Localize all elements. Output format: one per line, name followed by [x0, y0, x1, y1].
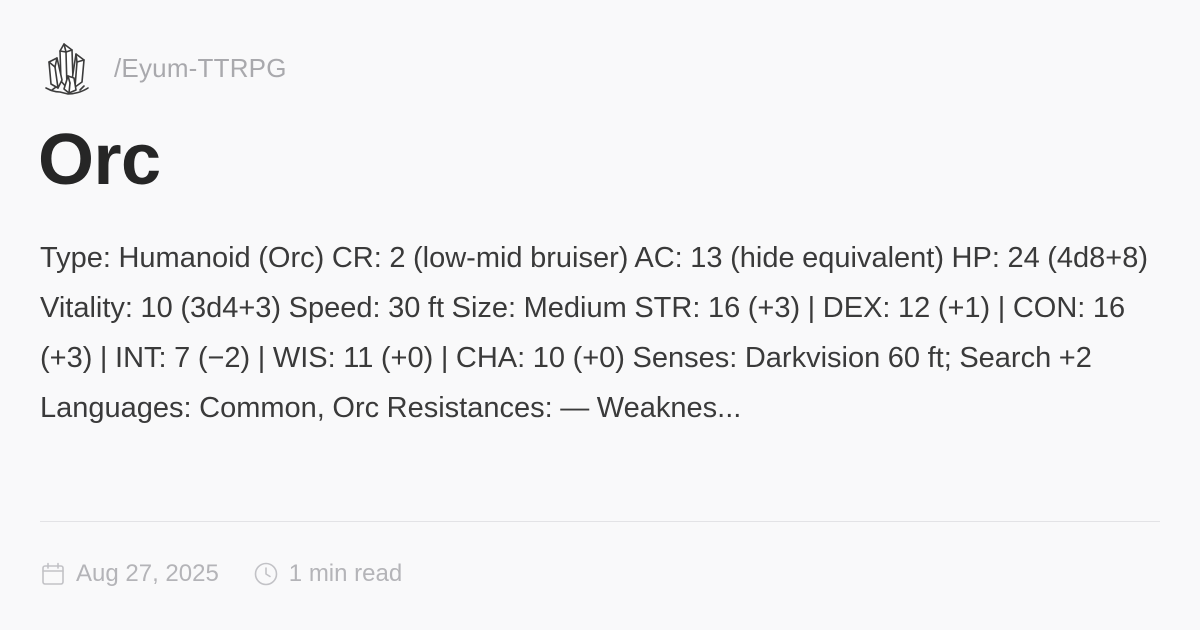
post-read-time-text: 1 min read: [288, 560, 403, 587]
crystal-icon: [45, 43, 89, 95]
site-header[interactable]: /Eyum-TTRPG: [40, 40, 287, 96]
social-preview-card: /Eyum-TTRPG Orc Type: Humanoid (Orc) CR:…: [0, 0, 1200, 630]
post-title: Orc: [38, 120, 161, 200]
site-path-link[interactable]: /Eyum-TTRPG: [114, 55, 287, 81]
post-read-time: 1 min read: [253, 560, 402, 588]
post-date: Aug 27, 2025: [40, 560, 219, 588]
clock-icon: [254, 562, 278, 586]
post-date-text: Aug 27, 2025: [76, 560, 219, 587]
calendar-icon: [42, 562, 64, 585]
post-meta: Aug 27, 2025 1 min read: [40, 558, 402, 590]
divider: [40, 521, 1160, 522]
post-excerpt: Type: Humanoid (Orc) CR: 2 (low-mid brui…: [40, 242, 1149, 424]
